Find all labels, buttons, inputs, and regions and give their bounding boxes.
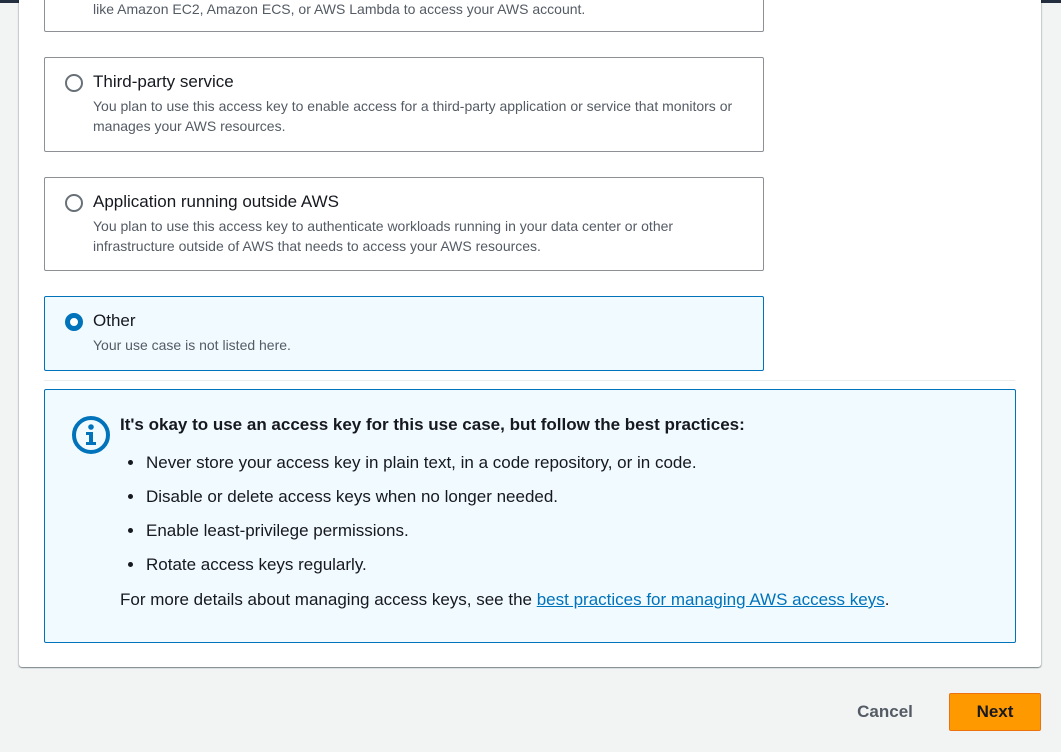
option-description: Your use case is not listed here. [93,337,291,353]
option-tile-other[interactable]: Other Your use case is not listed here. [44,296,764,371]
radio-button-selected[interactable] [65,313,83,331]
list-item: Never store your access key in plain tex… [145,446,697,480]
option-label: Other [93,311,136,330]
cancel-button[interactable]: Cancel [840,694,930,730]
best-practices-link[interactable]: best practices for managing AWS access k… [537,590,885,609]
section-divider [44,380,1015,381]
list-item: Enable least-privilege permissions. [145,514,697,548]
list-item: Rotate access keys regularly. [145,548,697,582]
option-description: You plan to use this access key to enabl… [93,98,733,134]
option-tile-compute-service[interactable]: like Amazon EC2, Amazon ECS, or AWS Lamb… [44,0,764,32]
footer-text: For more details about managing access k… [120,590,537,609]
option-label: Application running outside AWS [93,192,340,211]
option-tile-application-outside-aws[interactable]: Application running outside AWS You plan… [44,177,764,271]
list-item: Disable or delete access keys when no lo… [145,480,697,514]
option-label: Third-party service [93,72,234,91]
next-button[interactable]: Next [949,693,1041,731]
option-description: You plan to use this access key to authe… [93,218,674,254]
alert-heading: It's okay to use an access key for this … [120,415,745,434]
info-icon [72,416,110,454]
radio-button[interactable] [65,194,83,212]
option-tile-third-party-service[interactable]: Third-party service You plan to use this… [44,57,764,152]
alert-footer: For more details about managing access k… [120,589,889,611]
radio-button[interactable] [65,74,83,92]
option-description: like Amazon EC2, Amazon ECS, or AWS Lamb… [93,1,586,17]
best-practices-alert: It's okay to use an access key for this … [44,389,1016,643]
footer-suffix: . [884,590,890,609]
best-practices-list: Never store your access key in plain tex… [120,446,697,582]
